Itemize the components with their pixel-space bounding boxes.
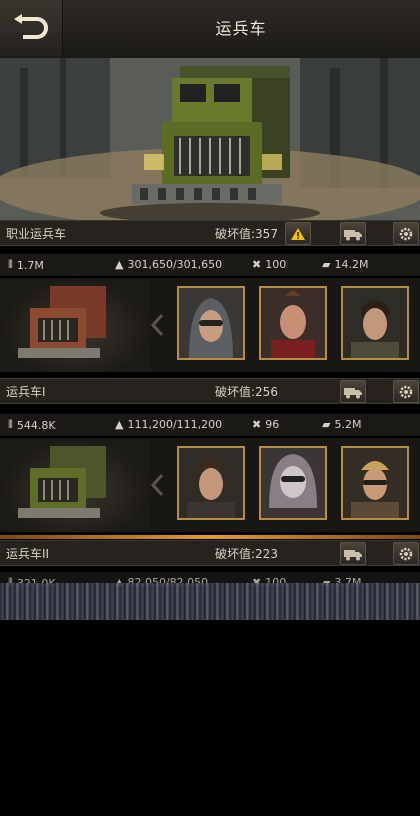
hero-portrait-1[interactable] [177,446,245,520]
unit-row-2[interactable] [0,438,420,532]
stat-repair: 96 [265,418,280,431]
unit-name: 运兵车II [6,547,50,561]
stat-repair: 100 [265,258,287,271]
stat-ammo: 544.8K [16,418,56,432]
gear-icon [399,547,413,560]
hero-portrait-3[interactable] [341,286,409,360]
damage-value: 破坏值:357 [215,227,278,241]
truck-thumbnail [0,438,150,532]
selected-indicator [0,535,420,539]
stats-row-2: ⦀ 544.8K ▲ 111,200/111,200 ✖ 96 ▰ 5.2M [0,414,420,436]
hero-portrait-2[interactable] [259,446,327,520]
section-header-2: 运兵车I 破坏值:256 [0,378,420,404]
transport-button[interactable] [340,542,366,565]
truck-icon [344,229,362,240]
transport-button[interactable] [340,222,366,245]
stats-row-1: ⦀ 1.7M ▲ 301,650/301,650 ✖ 100 ▰ 14.2M [0,254,420,276]
stat-hp: 301,650/301,650 [127,258,223,271]
damage-value: 破坏值:256 [215,385,278,399]
wrench-icon: ✖ [252,258,262,271]
top-bar: 运兵车 [0,0,420,59]
unit-row-1[interactable] [0,278,420,372]
page-title: 运兵车 [215,19,267,38]
stat-load: 14.2M [334,258,369,271]
gear-icon [399,227,413,240]
hero-portrait-1[interactable] [177,286,245,360]
stat-ammo: 1.7M [16,258,44,272]
ammo-icon: ⦀ [8,258,13,271]
render-artifact-band [0,583,420,620]
transport-button[interactable] [340,380,366,403]
section-header-1: 职业运兵车 破坏值:357 [0,220,420,246]
back-button[interactable] [0,0,63,56]
damage-value: 破坏值:223 [215,547,278,561]
hero-truck-image [0,58,420,220]
warning-button[interactable] [285,222,311,245]
wrench-icon: ✖ [252,418,262,431]
unit-name: 职业运兵车 [6,227,67,241]
settings-button[interactable] [393,542,419,565]
warning-icon [291,227,305,240]
settings-button[interactable] [393,222,419,245]
ammo-icon: ⦀ [8,418,13,431]
gear-icon [399,385,413,398]
truck-thumbnail [0,278,150,372]
section-header-3: 运兵车II 破坏值:223 [0,540,420,566]
chevron-left-icon [148,310,166,340]
chevron-left-icon [148,470,166,500]
armor-icon: ▲ [115,258,124,271]
hero-portrait-2[interactable] [259,286,327,360]
truck-icon [344,549,362,560]
hero-portrait-3[interactable] [341,446,409,520]
unit-name: 运兵车I [6,385,46,399]
stat-hp: 111,200/111,200 [127,418,223,431]
load-truck-icon: ▰ [322,258,331,271]
stat-load: 5.2M [334,418,362,431]
settings-button[interactable] [393,380,419,403]
armor-icon: ▲ [115,418,124,431]
load-truck-icon: ▰ [322,418,331,431]
back-arrow-icon [14,14,48,39]
truck-icon [344,387,362,398]
